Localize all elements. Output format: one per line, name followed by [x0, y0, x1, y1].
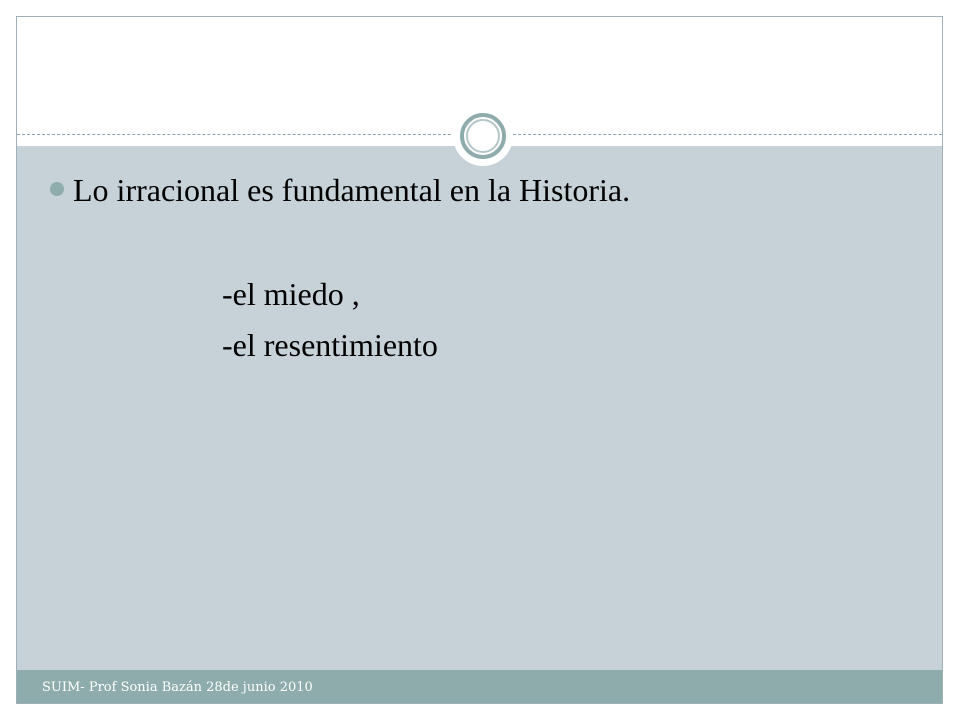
slide: SUIM- Prof Sonia Bazán 28de junio 2010 L…	[16, 16, 943, 704]
sub-item-miedo: -el miedo ,	[222, 276, 360, 312]
slide-footer: SUIM- Prof Sonia Bazán 28de junio 2010	[17, 670, 942, 703]
bullet-text: Lo irracional es fundamental en la Histo…	[73, 172, 631, 208]
slide-body	[17, 146, 942, 670]
sub-item-resentimiento: -el resentimiento	[222, 327, 438, 363]
footer-text: SUIM- Prof Sonia Bazán 28de junio 2010	[42, 680, 313, 695]
bullet-icon	[50, 182, 64, 196]
divider-inner-ring-icon	[466, 119, 500, 153]
